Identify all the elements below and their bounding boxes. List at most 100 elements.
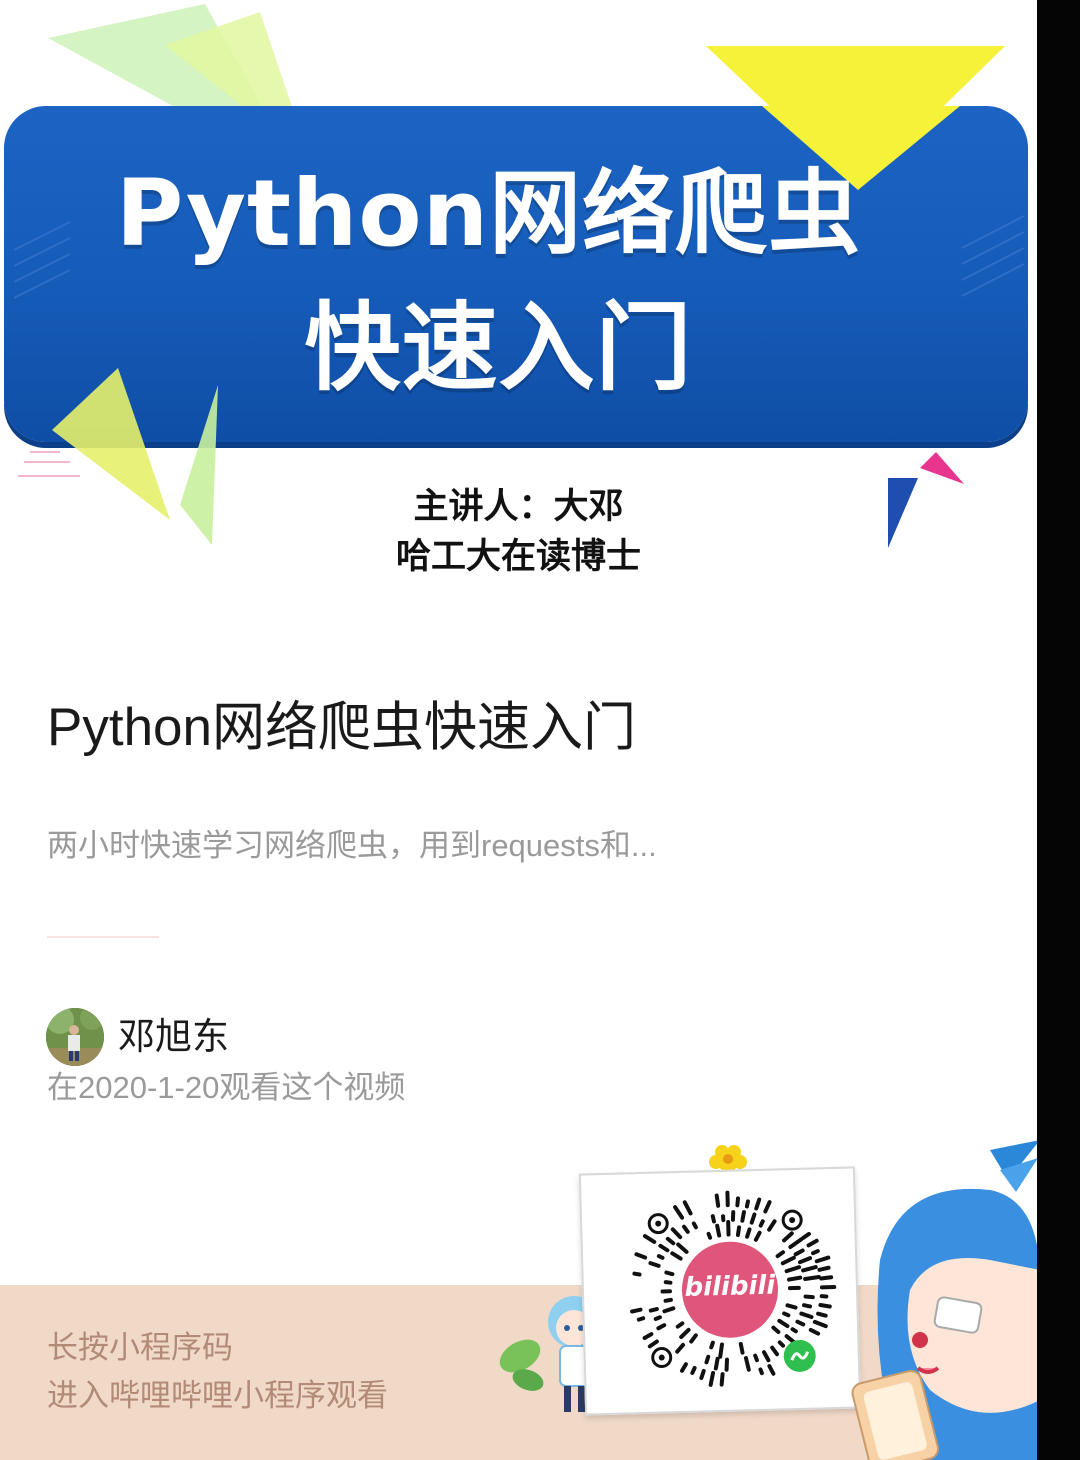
qr-tick xyxy=(819,1294,829,1299)
qr-tick xyxy=(699,1368,706,1381)
miniprogram-code-card[interactable]: bilibili xyxy=(578,1166,862,1416)
avatar-image xyxy=(46,1008,104,1066)
qr-tick xyxy=(745,1227,752,1239)
qr-tick xyxy=(708,1371,716,1387)
qr-tick xyxy=(788,1237,804,1250)
qr-tick xyxy=(797,1256,813,1265)
qr-tick xyxy=(675,1321,685,1329)
avatar xyxy=(46,1008,104,1066)
qr-tick xyxy=(630,1307,643,1314)
qr-tick xyxy=(656,1254,665,1260)
mascot-large-illustration xyxy=(851,1140,1037,1460)
bilibili-logo-text: bilibili xyxy=(684,1270,776,1303)
qr-tick xyxy=(706,1231,713,1240)
qr-tick xyxy=(801,1265,818,1273)
qr-tick xyxy=(740,1210,746,1223)
qr-tick xyxy=(753,1353,759,1363)
qr-tick xyxy=(718,1342,725,1359)
qr-tick xyxy=(812,1319,828,1329)
screen-edge xyxy=(1037,0,1080,1460)
qr-tick xyxy=(767,1364,776,1376)
qr-tick xyxy=(806,1238,819,1248)
qr-tick xyxy=(714,1193,721,1208)
divider xyxy=(47,936,159,938)
qr-tick xyxy=(647,1339,659,1349)
qr-tick xyxy=(803,1275,821,1281)
qr-tick xyxy=(811,1249,820,1256)
qr-tick xyxy=(670,1227,683,1240)
video-description: 两小时快速学习网络爬虫，用到requests和... xyxy=(47,828,657,863)
qr-tick xyxy=(814,1255,831,1264)
watch-date-note: 在2020-1-20观看这个视频 xyxy=(47,1070,406,1105)
qr-tick xyxy=(771,1325,781,1334)
username: 邓旭东 xyxy=(118,1016,229,1057)
qr-tick xyxy=(819,1275,834,1281)
qr-tick xyxy=(704,1354,711,1365)
qr-tick xyxy=(777,1340,786,1348)
qr-tick xyxy=(754,1197,762,1211)
qr-tick xyxy=(665,1236,676,1246)
qr-tick xyxy=(719,1372,725,1387)
qr-tick xyxy=(803,1294,815,1300)
qr-tick xyxy=(658,1243,670,1253)
qr-tick xyxy=(648,1307,659,1313)
qr-tick xyxy=(801,1231,811,1241)
cover-title-line1: Python网络爬虫 xyxy=(115,160,862,267)
qr-tick xyxy=(818,1302,832,1309)
qr-tick xyxy=(816,1311,828,1318)
qr-tick xyxy=(782,1231,794,1243)
qr-tick xyxy=(808,1327,821,1336)
qr-tick xyxy=(679,1362,688,1373)
qr-tick xyxy=(713,1356,720,1371)
qr-tick xyxy=(785,1303,798,1310)
qr-tick xyxy=(738,1341,745,1355)
qr-tick xyxy=(787,1275,803,1282)
speaker-title: 哈工大在读博士 xyxy=(395,537,641,577)
qr-tick xyxy=(690,1365,697,1375)
qr-tick xyxy=(689,1333,698,1344)
qr-tick xyxy=(642,1234,657,1244)
qr-tick xyxy=(758,1219,765,1228)
qr-tick xyxy=(642,1332,654,1340)
qr-tick xyxy=(664,1270,675,1277)
qr-tick xyxy=(679,1327,691,1340)
qr-tick xyxy=(653,1315,662,1321)
qr-tick xyxy=(710,1214,716,1224)
qr-tick xyxy=(662,1306,676,1314)
qr-tick xyxy=(790,1327,798,1334)
qr-tick xyxy=(784,1334,796,1345)
qr-tick xyxy=(762,1350,771,1363)
qr-tick xyxy=(777,1318,790,1329)
qr-tick xyxy=(670,1251,683,1261)
qr-tick xyxy=(744,1199,750,1209)
qr-tick xyxy=(691,1221,698,1230)
qr-tick xyxy=(656,1323,667,1331)
qr-tick xyxy=(673,1205,685,1220)
qr-tick xyxy=(682,1200,693,1216)
qr-tick xyxy=(775,1250,786,1259)
footer-instruction-line2: 进入哔哩哔哩小程序观看 xyxy=(47,1378,388,1413)
qr-tick xyxy=(675,1342,685,1354)
qr-tick xyxy=(632,1271,642,1277)
qr-tick xyxy=(730,1210,736,1222)
qr-tick xyxy=(784,1265,802,1274)
qr-tick xyxy=(767,1219,777,1232)
cover-title-line2: 快速入门 xyxy=(304,292,693,404)
qr-tick xyxy=(743,1356,751,1372)
qr-tick xyxy=(648,1261,661,1268)
qr-tick xyxy=(749,1212,757,1225)
qr-tick xyxy=(634,1252,648,1260)
cover-image: Python网络爬虫 快速入门 主讲人：大邓 哈工大在读博士 xyxy=(0,0,1037,600)
qr-tick xyxy=(802,1303,813,1309)
qr-tick xyxy=(770,1345,779,1357)
speaker-name: 主讲人：大邓 xyxy=(413,487,624,527)
qr-tick xyxy=(735,1196,740,1208)
qr-tick xyxy=(780,1255,796,1266)
qr-tick xyxy=(663,1297,673,1303)
qr-tick xyxy=(682,1224,690,1234)
video-title: Python网络爬虫快速入门 xyxy=(47,698,637,757)
qr-tick xyxy=(763,1200,772,1214)
qr-tick xyxy=(663,1280,673,1285)
qr-tick xyxy=(676,1242,689,1254)
qr-tick xyxy=(793,1248,805,1257)
